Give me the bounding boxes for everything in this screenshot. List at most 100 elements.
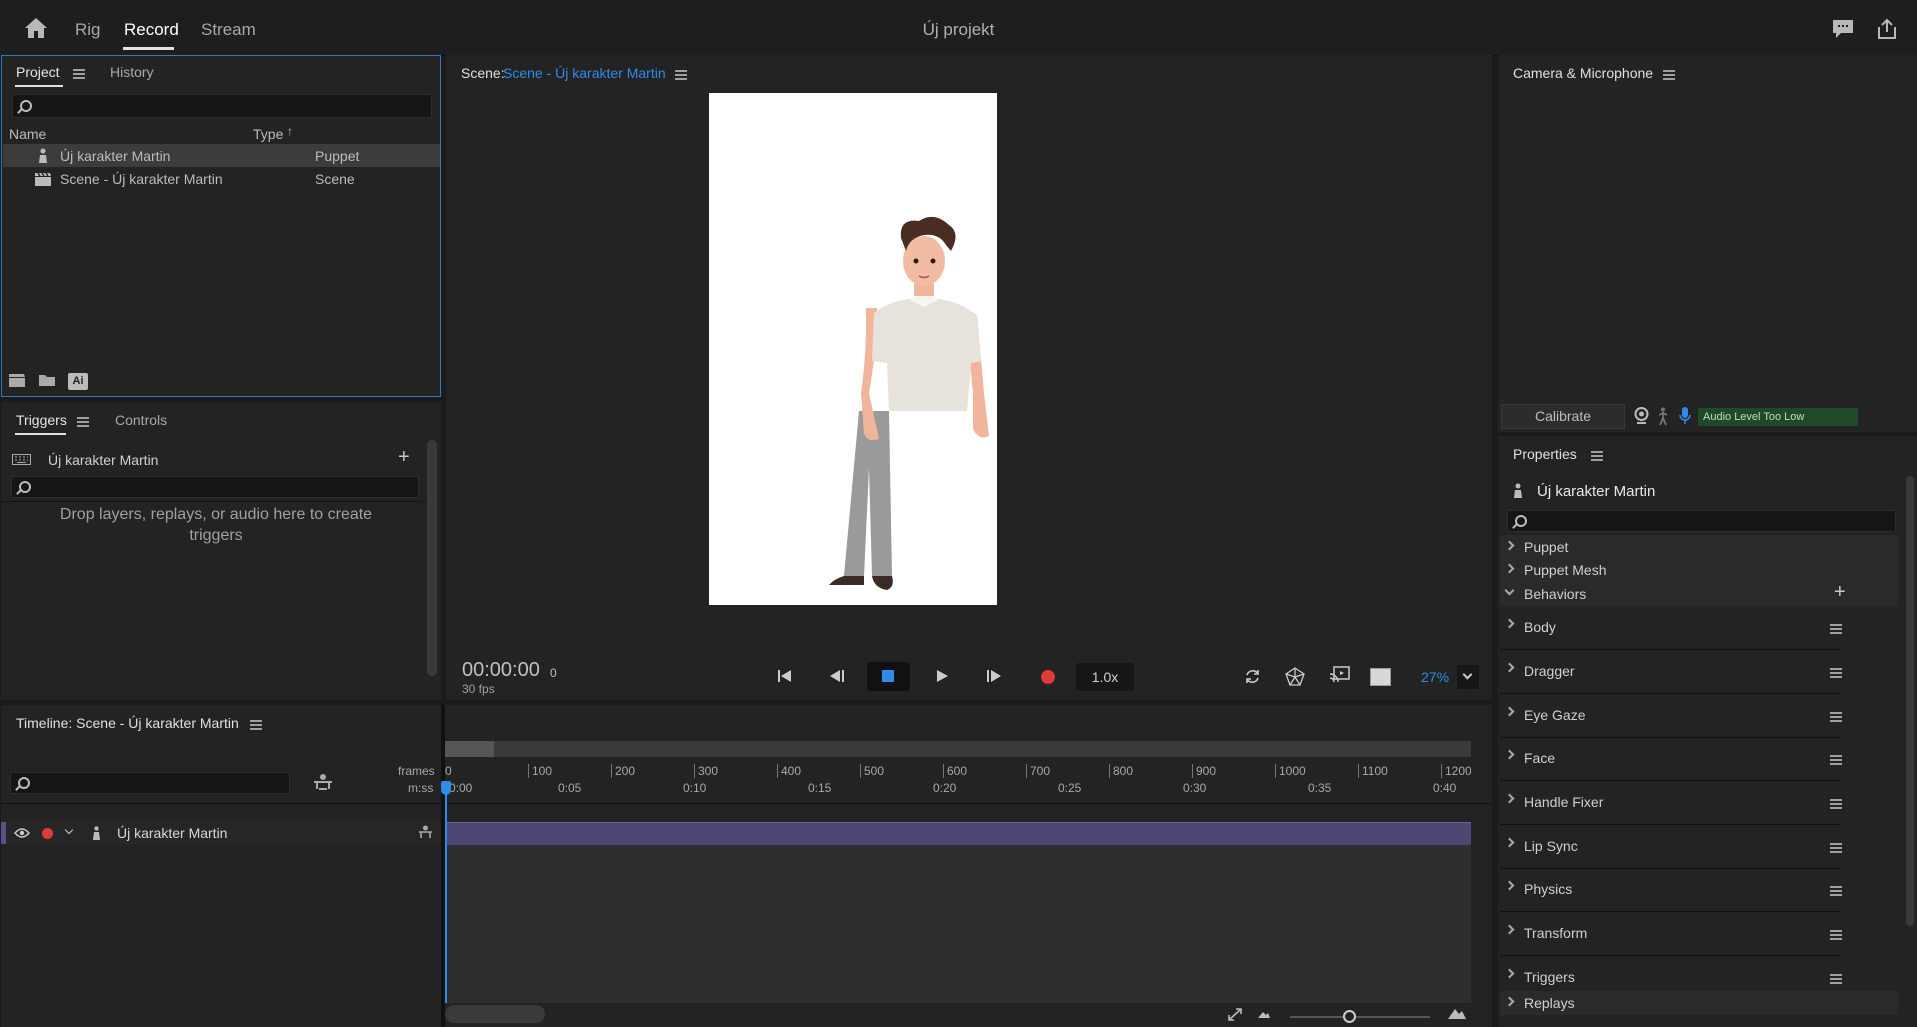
puppet-filter-icon[interactable] (313, 773, 333, 791)
behavior-menu-icon[interactable] (1830, 668, 1842, 678)
group-replays[interactable]: Replays (1500, 991, 1898, 1015)
puppet-track-bar[interactable] (445, 822, 1471, 845)
behavior-menu-icon[interactable] (1830, 974, 1842, 984)
puppet-track-options-icon[interactable] (418, 825, 433, 839)
list-item[interactable]: Scene - Új karakter Martin Scene (3, 167, 440, 190)
time-ruler[interactable]: 0 100 200 300 400 500 600 700 800 900 10… (445, 762, 1471, 800)
tab-history[interactable]: History (110, 64, 154, 80)
behavior-menu-icon[interactable] (1830, 799, 1842, 809)
calibrate-button[interactable]: Calibrate (1501, 404, 1625, 429)
camera-microphone-panel: Camera & Microphone Calibrate Audio Leve… (1498, 55, 1917, 432)
microphone-icon[interactable] (1679, 406, 1691, 425)
add-behavior-button[interactable]: + (1834, 581, 1846, 604)
panel-menu-icon[interactable] (73, 69, 85, 79)
tab-triggers[interactable]: Triggers (16, 412, 67, 428)
tab-project[interactable]: Project (16, 64, 60, 80)
behavior-face[interactable]: Face (1500, 737, 1842, 781)
chevron-right-icon (1504, 563, 1515, 574)
column-type[interactable]: Type (253, 126, 283, 142)
behavior-physics[interactable]: Physics (1500, 868, 1842, 912)
zoom-level[interactable]: 27% (1421, 669, 1449, 685)
folder-icon[interactable] (38, 374, 56, 387)
search-icon (19, 481, 31, 493)
play-icon[interactable] (935, 669, 949, 683)
background-color-swatch[interactable] (1370, 668, 1391, 686)
scene-name-link[interactable]: Scene - Új karakter Martin (503, 65, 666, 81)
column-name[interactable]: Name (9, 126, 46, 142)
import-ai-button[interactable]: Ai (68, 373, 88, 390)
frame-tick: 800 (1109, 764, 1133, 778)
project-search-input[interactable] (12, 94, 432, 118)
behavior-dragger[interactable]: Dragger (1500, 650, 1842, 694)
record-button[interactable] (1041, 670, 1055, 684)
step-back-icon[interactable] (829, 669, 845, 683)
new-scene-icon[interactable] (8, 373, 26, 387)
list-item[interactable]: Új karakter Martin Puppet (3, 144, 440, 167)
chevron-down-icon (1504, 585, 1515, 596)
group-behaviors[interactable]: Behaviors + (1500, 581, 1898, 606)
behavior-eye-gaze[interactable]: Eye Gaze (1500, 694, 1842, 738)
playhead-handle[interactable] (441, 781, 451, 795)
mesh-icon[interactable] (1285, 667, 1305, 686)
column-header-row: Name Type ↑ (9, 123, 439, 145)
properties-search-input[interactable] (1507, 510, 1896, 532)
playback-speed[interactable]: 1.0x (1076, 663, 1134, 691)
work-area-bar[interactable] (445, 741, 1471, 757)
cast-icon[interactable] (1329, 666, 1350, 684)
track-header[interactable]: Új karakter Martin (1, 822, 441, 844)
panel-menu-icon[interactable] (250, 720, 262, 730)
panel-menu-icon[interactable] (1591, 451, 1603, 461)
behavior-menu-icon[interactable] (1830, 712, 1842, 722)
behavior-menu-icon[interactable] (1830, 886, 1842, 896)
panel-menu-icon[interactable] (675, 70, 687, 80)
timeline-zoom-slider[interactable] (1290, 1010, 1430, 1023)
behavior-menu-icon[interactable] (1830, 843, 1842, 853)
project-title: Új projekt (922, 20, 995, 39)
group-puppet-mesh[interactable]: Puppet Mesh (1500, 558, 1898, 582)
panel-menu-icon[interactable] (1663, 70, 1675, 80)
go-to-start-icon[interactable] (777, 669, 793, 683)
webcam-icon[interactable] (1634, 407, 1649, 425)
behavior-body[interactable]: Body (1500, 606, 1842, 650)
behavior-menu-icon[interactable] (1830, 930, 1842, 940)
group-puppet[interactable]: Puppet (1500, 535, 1898, 559)
scrollbar[interactable] (427, 440, 437, 676)
behavior-transform[interactable]: Transform (1500, 912, 1842, 956)
timeline-scrollbar[interactable] (445, 1005, 545, 1023)
scrollbar[interactable] (1906, 476, 1914, 926)
zoom-in-mountain-icon[interactable] (1447, 1007, 1467, 1020)
scene-canvas[interactable] (709, 93, 997, 605)
add-trigger-button[interactable]: + (398, 446, 410, 469)
track-color-bar (1, 822, 6, 844)
behavior-menu-icon[interactable] (1830, 624, 1842, 634)
track-lane-area[interactable] (445, 822, 1471, 1003)
puppet-character[interactable] (709, 93, 997, 605)
playhead[interactable] (445, 783, 447, 1003)
divider (1, 803, 1492, 804)
timeline-search-input[interactable] (10, 772, 290, 794)
tab-controls[interactable]: Controls (115, 412, 167, 428)
frame-tick: 1100 (1358, 764, 1388, 778)
share-icon[interactable] (1877, 18, 1897, 40)
panel-menu-icon[interactable] (77, 417, 89, 427)
fit-timeline-icon[interactable] (1227, 1007, 1243, 1022)
step-forward-icon[interactable] (986, 669, 1002, 683)
slider-thumb[interactable] (1343, 1010, 1356, 1023)
zoom-dropdown[interactable] (1457, 665, 1479, 689)
eye-icon[interactable] (14, 828, 30, 838)
body-tracking-icon[interactable] (1657, 407, 1669, 426)
zoom-out-mountain-icon[interactable] (1257, 1010, 1271, 1019)
behavior-handle-fixer[interactable]: Handle Fixer (1500, 781, 1842, 825)
feedback-icon[interactable] (1832, 19, 1854, 39)
loop-icon[interactable] (1244, 668, 1261, 685)
chevron-right-icon (1504, 837, 1515, 848)
record-arm-button[interactable] (42, 828, 53, 839)
work-area-handle[interactable] (445, 741, 494, 757)
behavior-menu-icon[interactable] (1830, 755, 1842, 765)
time-tick: 0:35 (1308, 781, 1332, 795)
stop-button[interactable] (867, 662, 910, 691)
chevron-down-icon[interactable] (64, 825, 74, 835)
sort-up-icon: ↑ (287, 124, 293, 138)
behavior-lip-sync[interactable]: Lip Sync (1500, 825, 1842, 869)
trigger-search-input[interactable] (11, 476, 419, 498)
